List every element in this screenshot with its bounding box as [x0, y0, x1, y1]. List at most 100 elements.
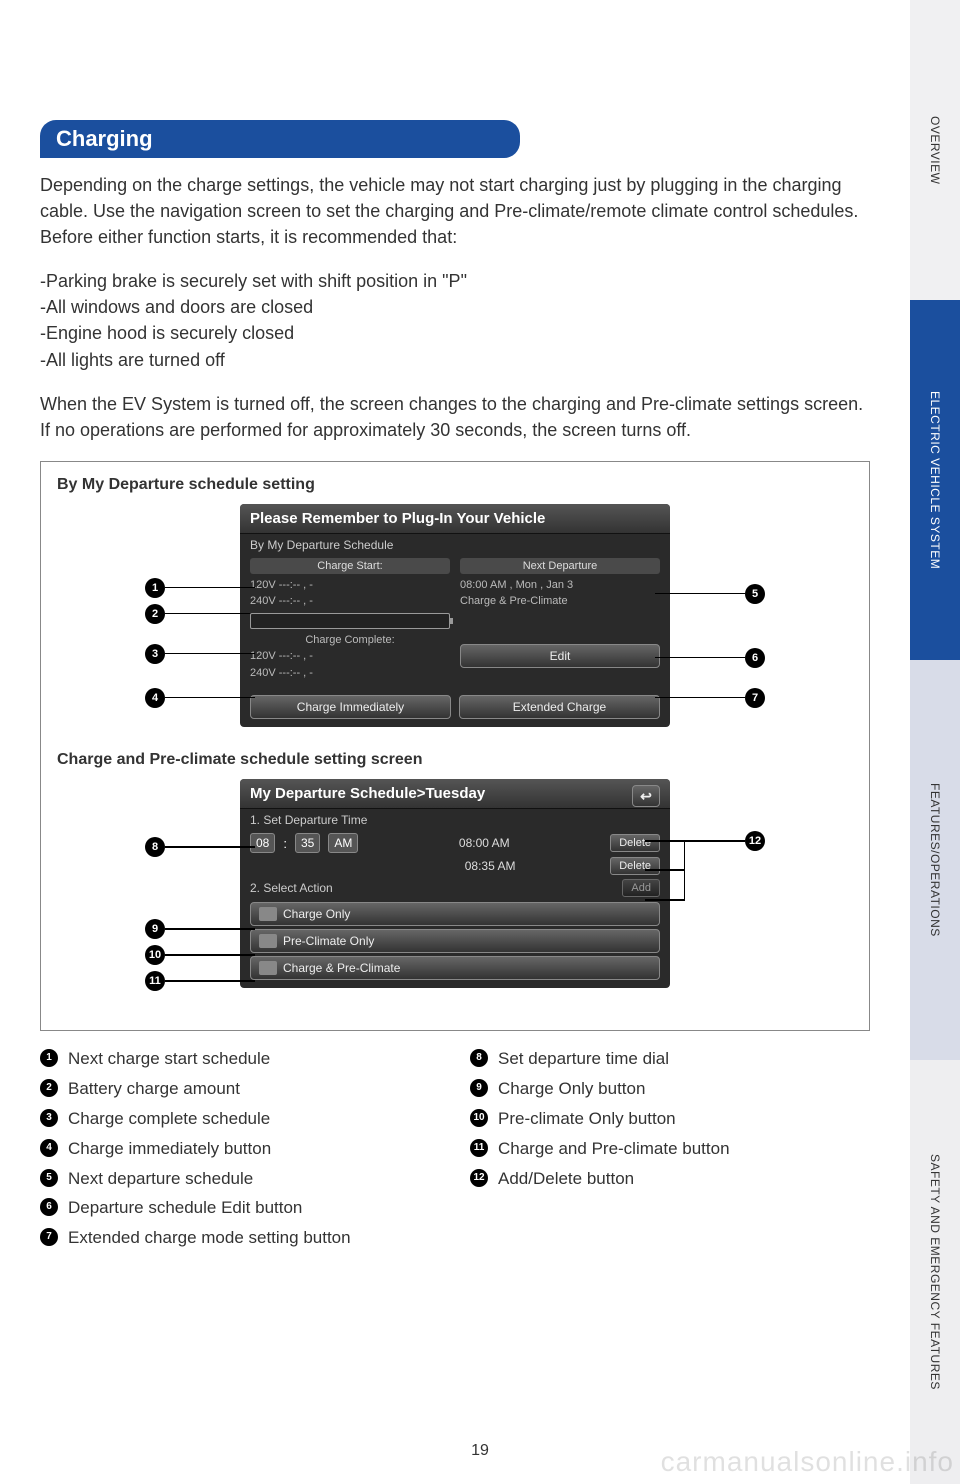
callout-line: [655, 657, 745, 659]
callout-line: [645, 869, 685, 871]
time-entry: 08:35 AM: [465, 859, 516, 873]
callout-10: 10: [145, 945, 165, 965]
legend-text: Charge complete schedule: [68, 1107, 270, 1131]
legend-num: 9: [470, 1079, 488, 1097]
callout-line: [165, 954, 255, 956]
val: 240V ---:-- , -: [250, 665, 450, 682]
legend-num: 10: [470, 1109, 488, 1127]
extended-charge-button[interactable]: Extended Charge: [459, 695, 660, 719]
callout-1: 1: [145, 578, 165, 598]
legend-text: Extended charge mode setting button: [68, 1226, 351, 1250]
callout-line: [165, 980, 255, 982]
callout-line: [165, 587, 255, 589]
battery-icon: [250, 613, 450, 629]
ampm-dial[interactable]: AM: [328, 833, 358, 853]
minute-dial[interactable]: 35: [295, 833, 320, 853]
btn-label: Pre-Climate Only: [283, 934, 374, 948]
diagram-title-1: By My Departure schedule setting: [57, 476, 853, 494]
val: Charge & Pre-Climate: [460, 593, 660, 610]
back-icon[interactable]: ↩: [632, 785, 660, 807]
legend-num: 4: [40, 1139, 58, 1157]
val: 120V ---:-- , -: [250, 648, 450, 665]
screen-header: My Departure Schedule>Tuesday ↩: [240, 779, 670, 809]
watermark: carmanualsonline.info: [661, 1446, 954, 1478]
callout-5: 5: [745, 584, 765, 604]
col-head: Charge Start:: [250, 558, 450, 574]
callout-12: 12: [745, 831, 765, 851]
callout-4: 4: [145, 688, 165, 708]
callout-line: [655, 697, 745, 699]
callout-line: [165, 928, 255, 930]
callout-7: 7: [745, 688, 765, 708]
callout-line: [655, 593, 745, 595]
legend-num: 1: [40, 1049, 58, 1067]
val: 240V ---:-- , -: [250, 593, 450, 610]
callout-6: 6: [745, 648, 765, 668]
val: 120V ---:-- , -: [250, 577, 450, 594]
legend-num: 2: [40, 1079, 58, 1097]
bullet: -Engine hood is securely closed: [40, 320, 870, 346]
charge-start-col: Charge Start: 120V ---:-- , - 240V ---:-…: [250, 558, 450, 682]
callout-line: [165, 613, 255, 615]
delete-button[interactable]: Delete: [610, 857, 660, 875]
legend-num: 8: [470, 1049, 488, 1067]
legend-text: Add/Delete button: [498, 1167, 634, 1191]
intro-text: Depending on the charge settings, the ve…: [40, 172, 870, 250]
legend-num: 11: [470, 1139, 488, 1157]
charge-climate-icon: [259, 961, 277, 975]
legend-num: 12: [470, 1169, 488, 1187]
time-entry: 08:00 AM: [459, 836, 510, 850]
screen-header: Please Remember to Plug-In Your Vehicle: [240, 504, 670, 534]
screen-2-wrap: 8 9 10 11 12 My Departure Schedule>Tuesd…: [135, 779, 775, 988]
add-button[interactable]: Add: [622, 879, 660, 897]
header-text: My Departure Schedule>Tuesday: [250, 785, 485, 802]
legend-text: Charge Only button: [498, 1077, 645, 1101]
legend-text: Next charge start schedule: [68, 1047, 270, 1071]
legend-text: Battery charge amount: [68, 1077, 240, 1101]
legend-text: Charge and Pre-climate button: [498, 1137, 730, 1161]
nav-screen-1: Please Remember to Plug-In Your Vehicle …: [240, 504, 670, 728]
edit-button[interactable]: Edit: [460, 644, 660, 668]
diagram-container: By My Departure schedule setting 1 2 3 4…: [40, 461, 870, 1032]
btn-label: Charge & Pre-Climate: [283, 961, 400, 975]
legend-text: Pre-climate Only button: [498, 1107, 676, 1131]
callout-2: 2: [145, 604, 165, 624]
callout-11: 11: [145, 971, 165, 991]
bullet: -All lights are turned off: [40, 347, 870, 373]
callout-line: [165, 846, 255, 848]
diagram-title-2: Charge and Pre-climate schedule setting …: [57, 751, 853, 769]
bullet: -Parking brake is securely set with shif…: [40, 268, 870, 294]
callout-line: [645, 840, 685, 842]
callout-line: [165, 697, 255, 699]
charge-and-pre-climate-button[interactable]: Charge & Pre-Climate: [250, 956, 660, 980]
legend-num: 6: [40, 1198, 58, 1216]
climate-icon: [259, 934, 277, 948]
legend-num: 5: [40, 1169, 58, 1187]
bullet: -All windows and doors are closed: [40, 294, 870, 320]
callout-line: [165, 653, 255, 655]
val: 08:00 AM , Mon , Jan 3: [460, 577, 660, 594]
legend: 1 Next charge start schedule 2 Battery cha…: [40, 1047, 870, 1256]
nav-screen-2: My Departure Schedule>Tuesday ↩ 1. Set D…: [240, 779, 670, 988]
charge-immediately-button[interactable]: Charge Immediately: [250, 695, 451, 719]
callout-9: 9: [145, 919, 165, 939]
btn-label: Charge Only: [283, 907, 350, 921]
recommendation-list: -Parking brake is securely set with shif…: [40, 268, 870, 372]
callout-8: 8: [145, 837, 165, 857]
pre-climate-only-button[interactable]: Pre-Climate Only: [250, 929, 660, 953]
step-2-label: 2. Select Action: [250, 881, 333, 895]
paragraph: When the EV System is turned off, the sc…: [40, 391, 870, 443]
legend-text: Charge immediately button: [68, 1137, 271, 1161]
col-head: Charge Complete:: [250, 632, 450, 649]
next-departure-col: Next Departure 08:00 AM , Mon , Jan 3 Ch…: [460, 558, 660, 682]
charge-only-button[interactable]: Charge Only: [250, 902, 660, 926]
callout-line: [685, 840, 745, 842]
legend-num: 7: [40, 1228, 58, 1246]
delete-button[interactable]: Delete: [610, 834, 660, 852]
section-heading: Charging: [40, 120, 520, 158]
callout-line: [645, 899, 685, 901]
legend-text: Set departure time dial: [498, 1047, 669, 1071]
charge-icon: [259, 907, 277, 921]
hour-dial[interactable]: 08: [250, 833, 275, 853]
legend-text: Next departure schedule: [68, 1167, 253, 1191]
